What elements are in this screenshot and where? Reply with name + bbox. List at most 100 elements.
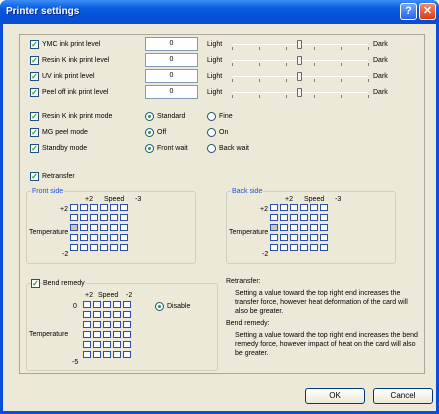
grid-cell[interactable] [103,301,111,308]
grid-cell[interactable] [113,331,121,338]
grid-cell[interactable] [310,234,318,241]
grid-cell[interactable] [100,214,108,221]
grid-cell[interactable] [103,351,111,358]
grid-cell[interactable] [83,341,91,348]
retransfer-checkbox[interactable]: ✓ [30,172,39,181]
grid-cell[interactable] [70,224,78,231]
grid-cell[interactable] [113,351,121,358]
grid-cell[interactable] [310,204,318,211]
off-radio[interactable] [145,128,154,137]
grid-cell[interactable] [290,224,298,231]
grid-cell[interactable] [270,214,278,221]
grid-cell[interactable] [300,214,308,221]
title-bar[interactable]: Printer settings ? ✕ [0,0,439,24]
grid-cell[interactable] [300,224,308,231]
on-radio[interactable] [207,128,216,137]
grid-cell[interactable] [103,341,111,348]
resin-k-mode-checkbox[interactable]: ✓ [30,112,39,121]
grid-cell[interactable] [93,331,101,338]
grid-cell[interactable] [280,214,288,221]
standby-checkbox[interactable]: ✓ [30,144,39,153]
grid-cell[interactable] [270,234,278,241]
grid-cell[interactable] [123,301,131,308]
grid-cell[interactable] [100,234,108,241]
grid-cell[interactable] [290,234,298,241]
grid-cell[interactable] [83,321,91,328]
grid-cell[interactable] [300,204,308,211]
grid-cell[interactable] [100,244,108,251]
grid-cell[interactable] [320,204,328,211]
disable-radio[interactable] [155,302,164,311]
grid-cell[interactable] [110,234,118,241]
grid-cell[interactable] [83,311,91,318]
grid-cell[interactable] [90,234,98,241]
grid-cell[interactable] [80,234,88,241]
grid-cell[interactable] [93,311,101,318]
grid-cell[interactable] [280,204,288,211]
grid-cell[interactable] [70,234,78,241]
resin-k-slider-thumb[interactable] [297,56,302,65]
grid-cell[interactable] [270,224,278,231]
grid-cell[interactable] [83,351,91,358]
grid-cell[interactable] [320,244,328,251]
grid-cell[interactable] [320,214,328,221]
grid-cell[interactable] [103,331,111,338]
peel-off-slider-thumb[interactable] [297,88,302,97]
grid-cell[interactable] [113,321,121,328]
grid-cell[interactable] [110,244,118,251]
grid-cell[interactable] [320,234,328,241]
grid-cell[interactable] [120,204,128,211]
grid-cell[interactable] [90,224,98,231]
grid-cell[interactable] [290,204,298,211]
bend-remedy-checkbox[interactable]: ✓ [31,279,40,288]
cancel-button[interactable]: Cancel [373,388,433,404]
grid-cell[interactable] [113,311,121,318]
grid-cell[interactable] [90,244,98,251]
grid-cell[interactable] [70,204,78,211]
grid-cell[interactable] [120,234,128,241]
grid-cell[interactable] [83,301,91,308]
grid-cell[interactable] [93,341,101,348]
grid-cell[interactable] [290,244,298,251]
grid-cell[interactable] [123,311,131,318]
grid-cell[interactable] [310,244,318,251]
grid-cell[interactable] [80,214,88,221]
uv-slider-thumb[interactable] [297,72,302,81]
grid-cell[interactable] [320,224,328,231]
grid-cell[interactable] [103,321,111,328]
ymc-slider-thumb[interactable] [297,40,302,49]
peel-off-level-field[interactable]: 0 [145,85,198,99]
grid-cell[interactable] [100,204,108,211]
grid-cell[interactable] [120,214,128,221]
grid-cell[interactable] [290,214,298,221]
grid-cell[interactable] [123,331,131,338]
grid-cell[interactable] [123,351,131,358]
grid-cell[interactable] [80,224,88,231]
grid-cell[interactable] [300,244,308,251]
front-wait-radio[interactable] [145,144,154,153]
grid-cell[interactable] [100,224,108,231]
grid-cell[interactable] [270,204,278,211]
grid-cell[interactable] [280,244,288,251]
grid-cell[interactable] [90,214,98,221]
ymc-level-checkbox[interactable]: ✓ [30,40,39,49]
grid-cell[interactable] [83,331,91,338]
grid-cell[interactable] [280,224,288,231]
grid-cell[interactable] [120,244,128,251]
grid-cell[interactable] [93,351,101,358]
grid-cell[interactable] [310,224,318,231]
resin-k-level-checkbox[interactable]: ✓ [30,56,39,65]
peel-off-level-checkbox[interactable]: ✓ [30,88,39,97]
grid-cell[interactable] [300,234,308,241]
grid-cell[interactable] [310,214,318,221]
grid-cell[interactable] [70,214,78,221]
fine-radio[interactable] [207,112,216,121]
uv-level-field[interactable]: 0 [145,69,198,83]
grid-cell[interactable] [110,204,118,211]
grid-cell[interactable] [270,244,278,251]
back-wait-radio[interactable] [207,144,216,153]
grid-cell[interactable] [110,224,118,231]
grid-cell[interactable] [123,321,131,328]
grid-cell[interactable] [90,204,98,211]
standard-radio[interactable] [145,112,154,121]
